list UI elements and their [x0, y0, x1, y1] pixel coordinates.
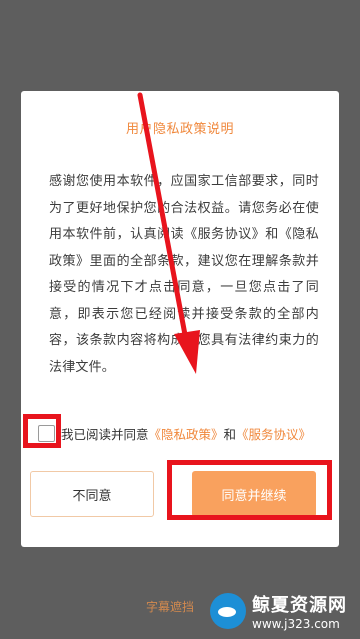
annotation-box-agree-button: [167, 460, 332, 520]
annotation-box-checkbox: [23, 414, 61, 448]
and-text: 和: [223, 426, 237, 442]
site-logo: 鲸夏资源网 www.j323.com: [210, 591, 347, 631]
whale-logo-icon: [210, 593, 246, 629]
privacy-policy-link[interactable]: 《隐私政策》: [149, 424, 224, 443]
service-agreement-link[interactable]: 《服务协议》: [236, 424, 311, 443]
agree-row: 我已阅读并同意 《隐私政策》 和 《服务协议》: [38, 419, 311, 447]
logo-url: www.j323.com: [252, 617, 340, 631]
footer-partial-text: 字幕遮挡: [146, 600, 195, 614]
logo-name: 鲸夏资源网: [252, 595, 347, 616]
disagree-button[interactable]: 不同意: [30, 471, 154, 517]
dialog-title: 用户隐私政策说明: [125, 122, 234, 137]
agree-prefix: 我已阅读并同意: [61, 426, 149, 442]
policy-body-text: 感谢您使用本软件，应国家工信部要求，同时为了更好地保护您的合法权益。请您务必在使…: [49, 174, 319, 375]
